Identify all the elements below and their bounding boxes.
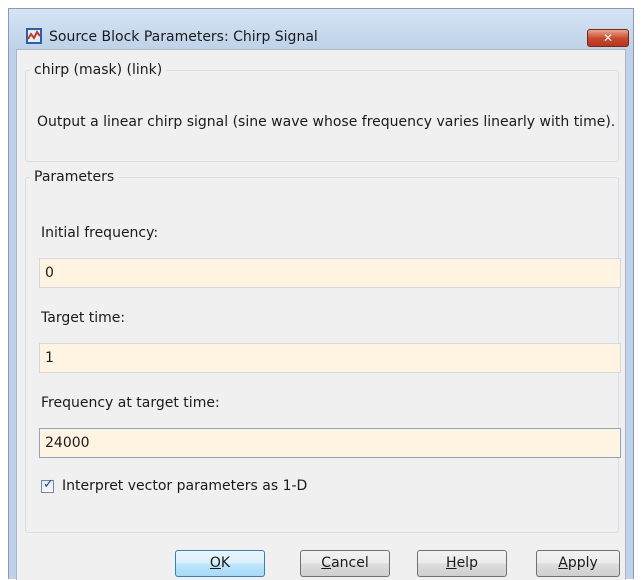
simulink-block-icon xyxy=(26,28,42,44)
target-time-input[interactable] xyxy=(39,343,621,373)
interpret-vector-label: Interpret vector parameters as 1-D xyxy=(62,478,308,494)
interpret-vector-checkbox[interactable]: ✓ xyxy=(41,476,54,493)
cancel-button[interactable]: Cancel xyxy=(300,550,390,577)
description-legend: chirp (mask) (link) xyxy=(34,62,163,78)
close-button[interactable]: ✕ xyxy=(587,29,629,47)
initial-frequency-label: Initial frequency: xyxy=(41,225,159,241)
description-text: Output a linear chirp signal (sine wave … xyxy=(37,114,616,130)
help-label-rest: elp xyxy=(456,555,478,571)
ok-button[interactable]: OK xyxy=(175,550,265,577)
cancel-label-rest: ancel xyxy=(331,555,369,571)
help-mnemonic: H xyxy=(446,555,457,571)
ok-mnemonic: O xyxy=(209,555,221,571)
window-title: Source Block Parameters: Chirp Signal xyxy=(49,29,318,45)
apply-button[interactable]: Apply xyxy=(536,550,620,577)
parameters-group: Parameters Initial frequency: Target tim… xyxy=(25,169,621,533)
frequency-at-target-time-label: Frequency at target time: xyxy=(41,395,220,411)
apply-label-rest: pply xyxy=(567,555,598,571)
ok-label-rest: K xyxy=(220,555,231,571)
checkmark-icon: ✓ xyxy=(43,476,54,492)
initial-frequency-input[interactable] xyxy=(39,258,621,288)
close-icon: ✕ xyxy=(602,31,614,45)
description-group: chirp (mask) (link) Output a linear chir… xyxy=(25,62,619,162)
cancel-mnemonic: C xyxy=(321,555,332,571)
dialog-body: chirp (mask) (link) Output a linear chir… xyxy=(16,49,626,580)
target-time-label: Target time: xyxy=(41,310,126,326)
frequency-at-target-time-input[interactable] xyxy=(39,428,621,458)
title-bar[interactable]: Source Block Parameters: Chirp Signal ✕ xyxy=(9,9,633,49)
parameters-legend: Parameters xyxy=(34,169,115,185)
interpret-vector-checkbox-row[interactable]: ✓ Interpret vector parameters as 1-D xyxy=(41,476,308,494)
dialog-window: Source Block Parameters: Chirp Signal ✕ … xyxy=(8,8,634,580)
apply-mnemonic: A xyxy=(558,555,568,571)
help-button[interactable]: Help xyxy=(417,550,507,577)
